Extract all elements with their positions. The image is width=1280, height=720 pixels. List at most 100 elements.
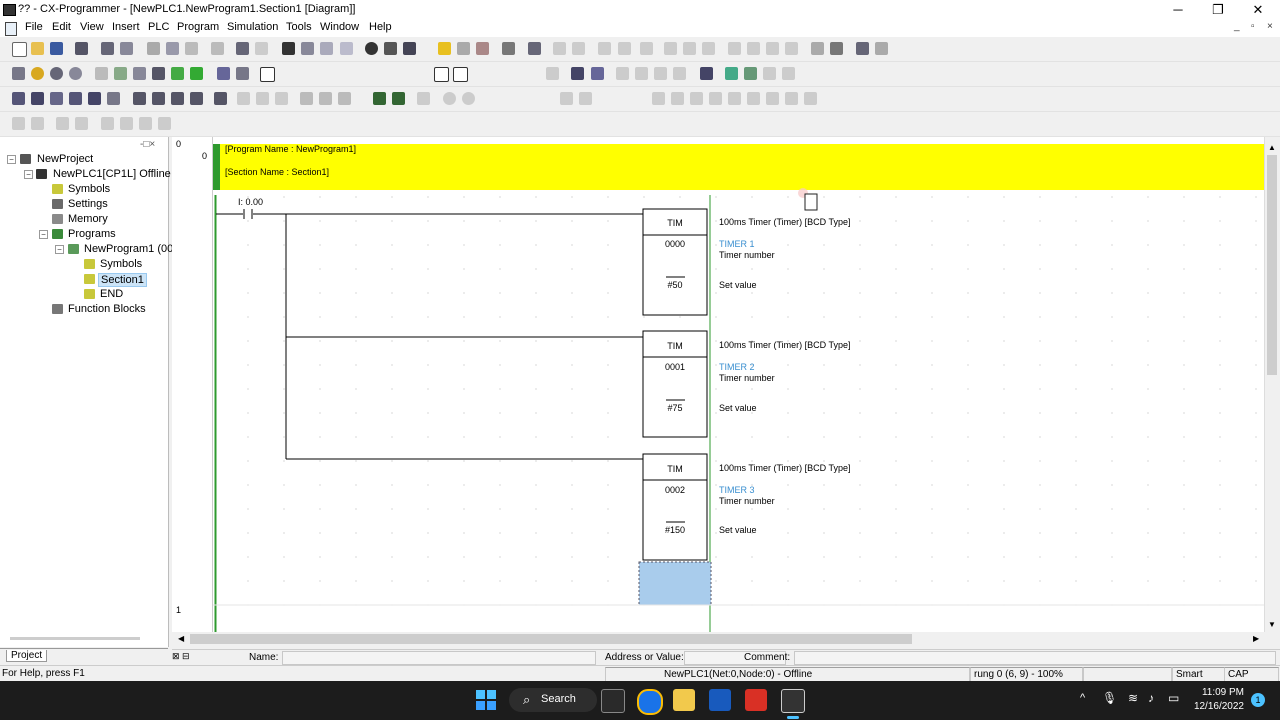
new-function-block-icon[interactable] (453, 67, 468, 82)
pt-offline-icon[interactable] (546, 67, 559, 80)
menu-view[interactable]: View (80, 21, 104, 33)
next-bookmark-icon[interactable] (120, 117, 133, 130)
taskbar-search[interactable]: ⌕ Search (509, 688, 597, 712)
find-online-icon[interactable] (211, 42, 224, 55)
vertical-scrollbar[interactable]: ▲ ▼ (1264, 137, 1279, 632)
scroll-down-icon[interactable]: ▼ (1268, 620, 1276, 629)
mdi-close-button[interactable]: × (1267, 21, 1273, 32)
word-icon[interactable] (709, 689, 731, 711)
replace-icon[interactable] (301, 42, 314, 55)
loop-icon[interactable] (443, 92, 456, 105)
sfc-icon[interactable] (31, 92, 44, 105)
step-in-icon[interactable] (560, 92, 573, 105)
monitor-mode-icon[interactable] (598, 42, 611, 55)
horizontal-scroll-thumb[interactable] (190, 634, 912, 644)
start-icon[interactable] (476, 690, 496, 710)
menu-window[interactable]: Window (320, 21, 359, 33)
section-icon[interactable] (88, 92, 101, 105)
notification-badge[interactable]: 1 (1251, 693, 1265, 707)
run-mode-icon[interactable] (618, 42, 631, 55)
mdi-minimize-button[interactable]: _ (1234, 21, 1240, 32)
breakpoint-icon[interactable] (417, 92, 430, 105)
set-value-1-icon[interactable] (237, 92, 250, 105)
delete-row-icon[interactable] (690, 92, 703, 105)
menu-edit[interactable]: Edit (52, 21, 71, 33)
force-on-icon[interactable] (785, 42, 798, 55)
error-log-icon[interactable] (635, 67, 648, 80)
window-layout-icon[interactable] (12, 92, 25, 105)
help-icon[interactable] (384, 42, 397, 55)
timer-2-number[interactable]: 0001 (643, 362, 707, 372)
bookmark-icon[interactable] (101, 117, 114, 130)
watch-window-icon[interactable] (744, 67, 757, 80)
cut-icon[interactable] (147, 42, 160, 55)
program-mode-icon[interactable] (553, 42, 566, 55)
tree-item-newprogram1[interactable]: NewProgram1 (00 (84, 243, 173, 255)
force-cancel-icon[interactable] (830, 42, 843, 55)
set-value-2-icon[interactable] (256, 92, 269, 105)
scroll-up-icon[interactable]: ▲ (1268, 143, 1276, 152)
undo-icon[interactable] (236, 42, 249, 55)
task-view-icon[interactable] (601, 689, 625, 713)
print-icon[interactable] (101, 42, 114, 55)
menu-insert[interactable]: Insert (112, 21, 140, 33)
grid-icon[interactable] (95, 67, 108, 80)
force-off-icon[interactable] (811, 42, 824, 55)
delete-column-icon[interactable] (709, 92, 722, 105)
properties-icon[interactable] (365, 42, 378, 55)
clock-date[interactable]: 12/16/2022 (1192, 701, 1244, 712)
tree-item-function-blocks[interactable]: Function Blocks (68, 303, 146, 315)
save-icon[interactable] (50, 42, 63, 55)
copy-icon[interactable] (166, 42, 179, 55)
transfer-icon[interactable] (502, 42, 515, 55)
contact-address[interactable]: I: 0.00 (238, 197, 263, 207)
clock-icon[interactable] (654, 67, 667, 80)
tree-hscrollbar[interactable] (10, 637, 140, 640)
ladder-diagram[interactable]: [Program Name : NewProgram1] [Section Na… (213, 137, 1264, 632)
whats-this-icon[interactable] (403, 42, 416, 55)
tree-item-symbols[interactable]: Symbols (68, 183, 110, 195)
step-icon[interactable] (462, 92, 475, 105)
cycle-time-icon[interactable] (673, 67, 686, 80)
volume-icon[interactable]: ♪ (1148, 691, 1154, 705)
select-mode-icon[interactable] (260, 67, 275, 82)
reset-icon[interactable] (875, 42, 888, 55)
zoom-out-icon[interactable] (50, 67, 63, 80)
indent-icon[interactable] (12, 117, 25, 130)
redo-icon[interactable] (255, 42, 268, 55)
merge-rung-icon[interactable] (785, 92, 798, 105)
mdi-restore-button[interactable]: ▫ (1251, 21, 1255, 32)
symbol-table-icon[interactable] (50, 92, 63, 105)
rung-annotation-icon[interactable] (133, 67, 146, 80)
recorder-icon[interactable] (745, 689, 767, 711)
data-trace-icon[interactable] (747, 42, 760, 55)
tree-item-section1[interactable]: Section1 (98, 273, 147, 287)
menu-file[interactable]: File (25, 21, 43, 33)
new-pld-instruction-icon[interactable] (434, 67, 449, 82)
minimize-button[interactable]: ─ (1158, 0, 1198, 20)
tree-item-programs[interactable]: Programs (68, 228, 116, 240)
rung-comment-icon[interactable] (804, 92, 817, 105)
local-symbols-icon[interactable] (236, 67, 249, 80)
debug-mode-icon[interactable] (572, 42, 585, 55)
properties-window-icon[interactable] (782, 67, 795, 80)
task-icon[interactable] (107, 92, 120, 105)
split-rung-icon[interactable] (766, 92, 779, 105)
compare-icon[interactable] (75, 42, 88, 55)
network-icon[interactable] (133, 92, 146, 105)
work-online-simulator-icon[interactable] (528, 42, 541, 55)
battery-icon[interactable]: ▭ (1168, 691, 1179, 705)
expander-icon[interactable]: − (7, 155, 16, 164)
cx-programmer-taskbar-icon[interactable] (781, 689, 805, 713)
io-table-icon[interactable] (571, 67, 584, 80)
show-comments-icon[interactable] (114, 67, 127, 80)
ladder-view-icon[interactable] (190, 67, 203, 80)
tree-item-newproject[interactable]: NewProject (37, 153, 93, 165)
chrome-icon[interactable] (637, 689, 663, 715)
online-icon[interactable] (457, 42, 470, 55)
address-reference-icon[interactable] (340, 42, 353, 55)
menu-simulation[interactable]: Simulation (227, 21, 278, 33)
download-icon[interactable] (319, 92, 332, 105)
insert-column-icon[interactable] (671, 92, 684, 105)
tab-project[interactable]: Project (6, 650, 48, 662)
